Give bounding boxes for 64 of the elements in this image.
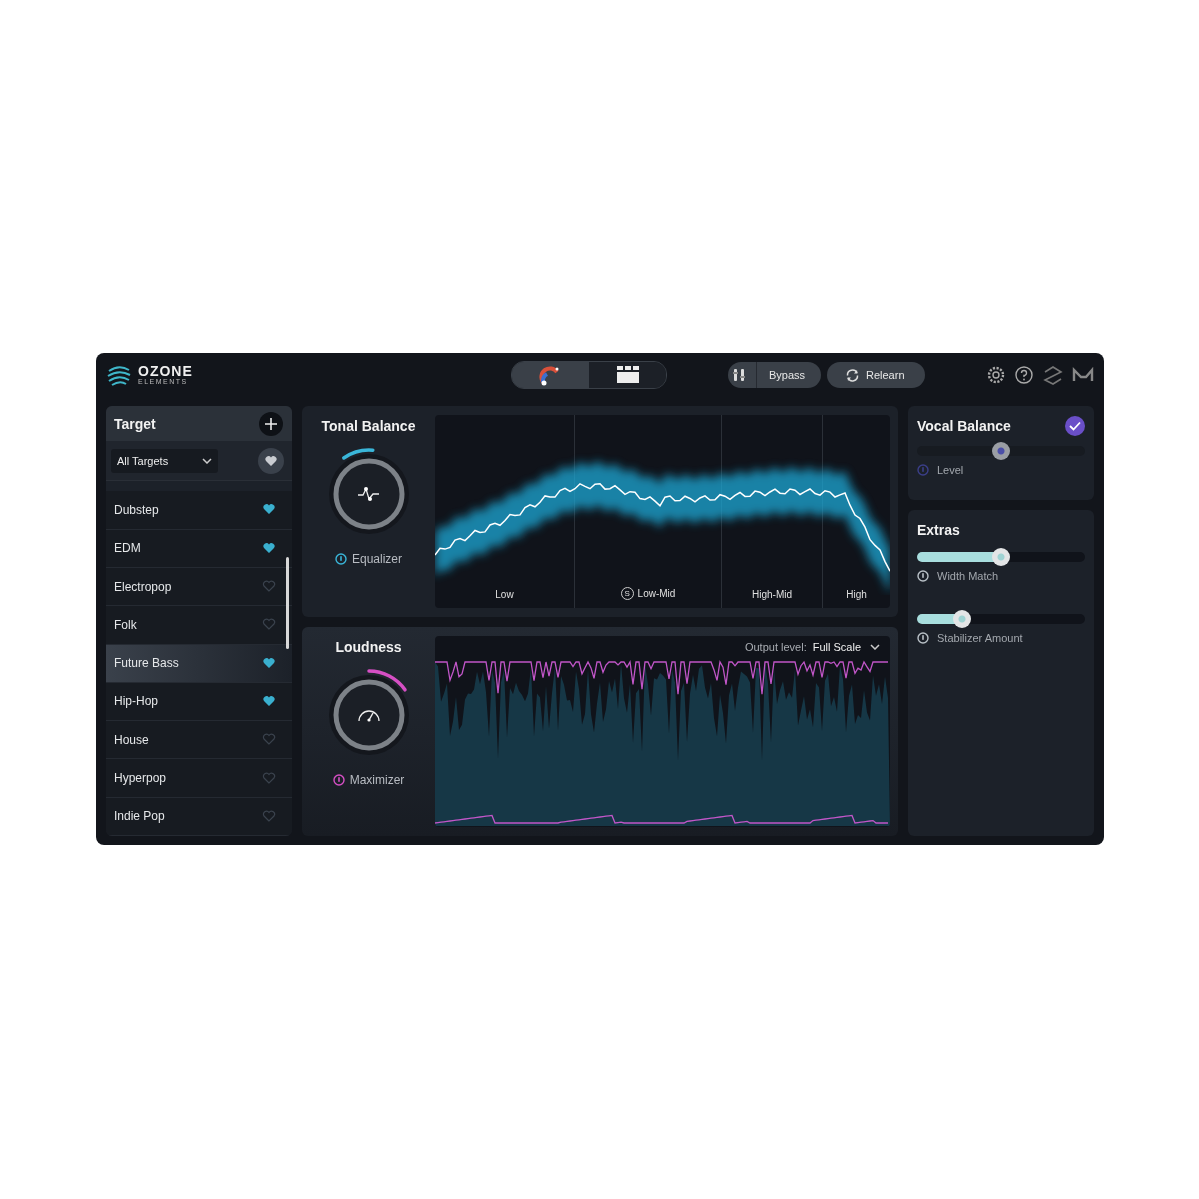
target-item[interactable]: Hip-Hop [106, 682, 292, 722]
relearn-button[interactable]: Relearn [827, 362, 925, 388]
checkbox[interactable] [1065, 416, 1085, 436]
panel-title: Vocal Balance [917, 418, 1011, 434]
target-name: Indie Pop [114, 809, 165, 824]
help-icon[interactable] [1014, 365, 1034, 385]
refresh-icon [845, 367, 860, 383]
power-icon[interactable] [917, 632, 929, 644]
band-label: Low [495, 589, 514, 600]
heart-filled-icon[interactable] [262, 503, 276, 517]
favorites-filter-icon[interactable] [258, 447, 284, 474]
target-name: Electropop [114, 579, 172, 594]
slider-label: Level [937, 464, 964, 476]
target-name: Dubstep [114, 502, 159, 517]
panel-title: Loudness [335, 639, 402, 655]
power-icon[interactable] [917, 570, 929, 582]
power-icon[interactable] [335, 553, 347, 565]
panel-title: Tonal Balance [321, 418, 416, 434]
target-item[interactable]: Future Bass [106, 644, 292, 683]
band-label: High-Mid [752, 589, 792, 600]
chevron-icon [870, 644, 880, 650]
module-label: Equalizer [352, 552, 402, 566]
chevron-icon [202, 457, 212, 464]
logo-wordmark: OZONE [138, 364, 193, 378]
bypass-button[interactable]: Bypass [728, 362, 821, 388]
target-name: Future Bass [114, 656, 179, 671]
band-label: Low-Mid [637, 588, 676, 599]
panel-title: Target [114, 415, 156, 432]
power-icon[interactable] [332, 774, 345, 786]
panel-title: Extras [917, 522, 961, 538]
target-item[interactable]: Electropop [106, 567, 292, 607]
target-name: Hip-Hop [114, 694, 158, 709]
target-name: House [114, 732, 149, 747]
slider-label: Stabilizer Amount [937, 632, 1023, 644]
target-dropdown[interactable]: All Targets [111, 448, 218, 473]
target-item[interactable]: Dubstep [106, 491, 292, 530]
zigzag-logo-icon [1042, 364, 1064, 386]
heart-filled-icon[interactable] [262, 694, 276, 708]
target-item[interactable]: EDM [106, 529, 292, 568]
target-item[interactable]: Folk [106, 606, 292, 645]
brand-logo-icon [1072, 367, 1094, 383]
slider-thumb[interactable] [953, 610, 972, 628]
heart-filled-icon[interactable] [262, 541, 276, 555]
target-item[interactable]: House [106, 721, 292, 760]
target-item[interactable]: Indie Pop [106, 797, 292, 836]
heart-filled-icon[interactable] [262, 656, 276, 670]
faders-icon [732, 368, 746, 382]
slider-thumb[interactable] [992, 442, 1010, 460]
settings-icon[interactable] [986, 365, 1006, 385]
output-level-label: Output level: [744, 641, 807, 653]
slider-thumb[interactable] [992, 548, 1010, 566]
scrollbar[interactable] [286, 557, 289, 650]
add-icon[interactable] [259, 411, 283, 436]
target-name: Folk [114, 617, 137, 632]
grid-icon [615, 364, 640, 386]
target-name: EDM [114, 541, 141, 556]
view-switcher[interactable] [511, 361, 667, 389]
module-label: Maximizer [349, 773, 405, 787]
target-item[interactable]: Hyperpop [106, 759, 292, 798]
band-label: High [846, 589, 867, 600]
slider-label: Width Match [937, 570, 999, 582]
target-name: Hyperpop [114, 771, 167, 786]
check-icon [1069, 421, 1081, 431]
output-level-dropdown[interactable]: Full Scale [812, 641, 880, 653]
